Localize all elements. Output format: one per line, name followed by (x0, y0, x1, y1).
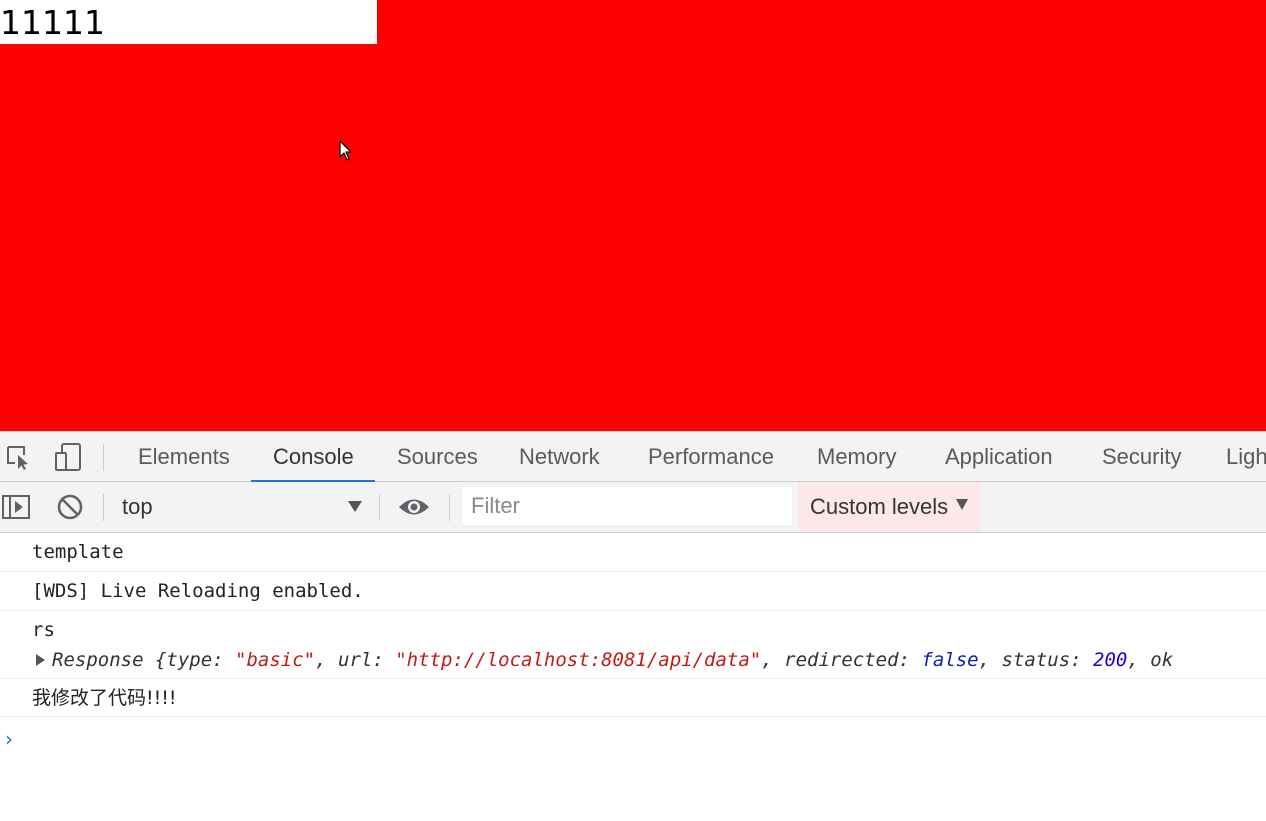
console-message: template (0, 533, 1266, 572)
clear-console-icon[interactable] (52, 482, 88, 532)
context-selector-value: top (122, 494, 153, 519)
response-key-type: type: (166, 649, 236, 671)
console-filter-input[interactable] (462, 487, 792, 525)
console-messages: template [WDS] Live Reloading enabled. r… (0, 533, 1266, 821)
console-message: 我修改了代码!!!! (0, 679, 1266, 717)
custom-levels-label: Custom levels (810, 494, 949, 519)
dropdown-arrow-icon (956, 498, 969, 510)
device-toolbar-icon[interactable] (50, 432, 86, 482)
toolbar-divider (449, 494, 450, 521)
show-sidebar-icon[interactable] (0, 482, 32, 532)
devtools-panel: Elements Console Sources Network Perform… (0, 431, 1266, 821)
custom-levels-dropdown[interactable]: Custom levels (798, 482, 980, 532)
tab-network[interactable]: Network (519, 432, 600, 482)
response-key-url: url: (338, 649, 396, 671)
tab-sources[interactable]: Sources (397, 432, 478, 482)
response-value-redirected: false (921, 649, 979, 671)
live-expression-eye-icon[interactable] (396, 482, 432, 532)
response-separator: , (1127, 649, 1151, 671)
response-separator: , (978, 649, 1002, 671)
page-viewport (0, 0, 1266, 431)
prompt-chevron-icon: › (5, 727, 13, 751)
response-prefix: Response { (52, 649, 167, 671)
response-key-ok: ok (1150, 649, 1174, 671)
page-text-input[interactable] (0, 0, 377, 44)
tab-security[interactable]: Security (1102, 432, 1181, 482)
tab-elements[interactable]: Elements (138, 432, 230, 482)
response-separator: , (761, 649, 785, 671)
response-separator: , (315, 649, 338, 671)
mouse-cursor-icon (339, 140, 352, 161)
response-key-redirected: redirected: (784, 649, 922, 671)
response-value-status: 200 (1093, 649, 1128, 671)
console-message-text: 我修改了代码!!!! (32, 687, 177, 709)
response-value-type: "basic" (235, 649, 316, 671)
console-toolbar: top Custom levels (0, 482, 1266, 533)
console-message-text: [WDS] Live Reloading enabled. (32, 580, 364, 602)
toolbar-divider (103, 494, 104, 521)
console-message-response: rs Response {type: "basic", url: "http:/… (0, 611, 1266, 679)
response-object-preview[interactable]: Response {type: "basic", url: "http://lo… (32, 647, 1173, 673)
response-key-status: status: (1001, 649, 1094, 671)
inspect-element-icon[interactable] (0, 432, 36, 482)
context-selector[interactable]: top (112, 482, 374, 532)
toolbar-divider (103, 444, 104, 471)
tab-application[interactable]: Application (945, 432, 1053, 482)
devtools-tabbar: Elements Console Sources Network Perform… (0, 431, 1266, 483)
console-message-text: rs (32, 619, 55, 641)
console-message-text: template (32, 541, 124, 563)
tab-performance[interactable]: Performance (648, 432, 774, 482)
tab-console[interactable]: Console (273, 432, 354, 482)
tab-memory[interactable]: Memory (817, 432, 896, 482)
console-message: [WDS] Live Reloading enabled. (0, 572, 1266, 611)
response-value-url: "http://localhost:8081/api/data" (395, 649, 762, 671)
toolbar-divider (379, 494, 380, 521)
console-prompt[interactable]: › (0, 717, 1266, 757)
dropdown-arrow-icon (348, 501, 362, 512)
tab-lighthouse[interactable]: Ligh (1226, 432, 1266, 482)
